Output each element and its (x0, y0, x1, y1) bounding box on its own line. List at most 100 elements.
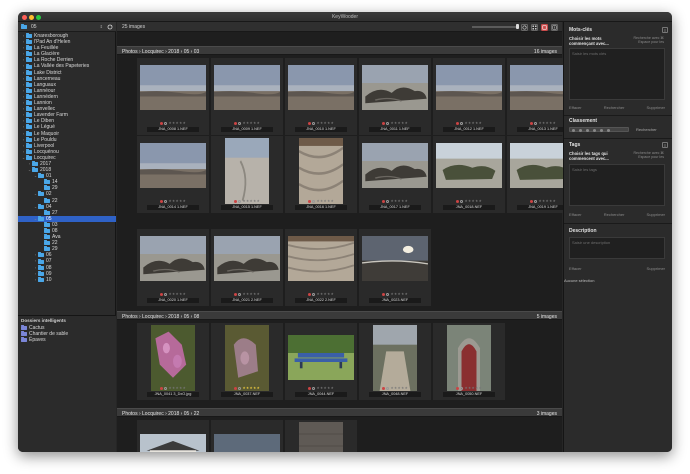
color-label-red-icon[interactable] (233, 121, 237, 125)
thumbnail-image[interactable] (288, 335, 354, 380)
keywords-delete-button[interactable]: Supprimer (647, 105, 665, 110)
star-icon[interactable]: ★ (183, 121, 187, 125)
color-label-red-icon[interactable] (381, 386, 385, 390)
refresh-icon[interactable] (107, 24, 113, 30)
folder-selector[interactable]: 05 (21, 24, 37, 30)
star-icon[interactable]: ★ (405, 386, 409, 390)
thumbnail-image[interactable] (225, 138, 269, 204)
description-clear-button[interactable]: Effacer (569, 266, 582, 271)
thumbnail-cell[interactable]: ★★★★★ JNA_0009 1.NEF (211, 58, 283, 135)
color-label-icon[interactable] (460, 199, 464, 203)
thumbnail-image[interactable] (140, 434, 206, 452)
thumbnail-cell[interactable]: ★★★★★ JNA_0021 2.NEF (211, 229, 283, 306)
thumbnail-cell[interactable]: ★★★★★ JNA_0022 2.NEF (285, 229, 357, 306)
keywords-search-button[interactable]: Rechercher (604, 105, 625, 110)
thumbnail-image[interactable] (436, 65, 502, 110)
tags-clear-button[interactable]: Effacer (569, 212, 582, 217)
color-label-red-icon[interactable] (307, 199, 311, 203)
thumbnail-cell[interactable]: ★★★★★ JNA_0044.NEF (285, 323, 357, 400)
thumbnail-cell[interactable]: ★★★★★ JNA_0008 1.NEF (137, 58, 209, 135)
star-icon[interactable]: ★ (257, 121, 261, 125)
color-label-red-icon[interactable] (381, 199, 385, 203)
color-label-red-icon[interactable] (233, 386, 237, 390)
star-icon[interactable]: ★ (331, 386, 335, 390)
color-label-red-icon[interactable] (307, 121, 311, 125)
thumbnail-cell[interactable]: ★★★★★ JNA_0015 1.NEF (211, 136, 283, 213)
color-label-button[interactable] (541, 23, 548, 31)
thumbnail-cell[interactable]: ★★★★★ JNA_0017 1.NEF (359, 136, 431, 213)
tags-input[interactable]: Saisir les tags (569, 164, 665, 206)
thumbnail-cell[interactable]: ★★★★★ JNA_0041 3_DxO.jpg (137, 323, 209, 400)
thumbnail-cell[interactable]: ★★★★★ JNA_0048.NEF (359, 323, 431, 400)
color-label-red-icon[interactable] (455, 121, 459, 125)
rating-search-button[interactable]: Rechercher (636, 127, 657, 132)
star-icon[interactable]: ★ (257, 199, 261, 203)
color-label-red-icon[interactable] (307, 292, 311, 296)
star-icon[interactable]: ★ (479, 386, 483, 390)
star-icon[interactable]: ★ (183, 292, 187, 296)
thumbnail-cell[interactable]: ★★★★★ JNA_0018.NEF (433, 136, 505, 213)
color-label-red-icon[interactable] (529, 121, 533, 125)
thumbnail-image[interactable] (373, 325, 417, 391)
thumbnail-cell[interactable]: ★★★★★ JNA_0020 1.NEF (137, 229, 209, 306)
star-icon[interactable]: ★ (331, 121, 335, 125)
color-label-icon[interactable] (534, 121, 538, 125)
star-icon[interactable]: ★ (183, 386, 187, 390)
color-label-icon[interactable] (312, 386, 316, 390)
thumbnail-image[interactable] (214, 65, 280, 110)
section-header-08[interactable]: Photos › Locquirec › 2018 › 05 › 08 5 im… (117, 311, 562, 320)
color-label-icon[interactable] (164, 292, 168, 296)
thumbnail-cell[interactable] (137, 420, 209, 452)
color-label-icon[interactable] (164, 121, 168, 125)
description-delete-button[interactable]: Supprimer (647, 266, 665, 271)
updown-icon[interactable]: ⇕ (100, 24, 103, 29)
star-icon[interactable]: ★ (405, 199, 409, 203)
section-header-22[interactable]: Photos › Locquirec › 2018 › 05 › 22 3 im… (117, 408, 562, 417)
color-label-red-icon[interactable] (233, 199, 237, 203)
star-icon[interactable]: ★ (479, 121, 483, 125)
color-label-red-icon[interactable] (159, 292, 163, 296)
color-label-icon[interactable] (312, 121, 316, 125)
keywords-input[interactable]: Saisir les mots clés (569, 48, 665, 100)
thumbnail-image[interactable] (299, 422, 343, 452)
color-label-red-icon[interactable] (159, 121, 163, 125)
star-icon[interactable]: ★ (331, 199, 335, 203)
keywords-menu-icon[interactable]: ≡ (662, 27, 668, 33)
grid-view-button[interactable] (531, 23, 538, 31)
thumbnail-cell[interactable]: ★★★★★ JNA_0012 1.NEF (433, 58, 505, 135)
thumbnail-image[interactable] (362, 236, 428, 281)
color-label-red-icon[interactable] (529, 199, 533, 203)
star-icon[interactable]: ★ (553, 199, 557, 203)
smart-folder-item[interactable]: Épaves (18, 337, 116, 343)
color-label-icon[interactable] (238, 292, 242, 296)
color-label-icon[interactable] (312, 292, 316, 296)
thumbnail-image[interactable] (288, 236, 354, 281)
thumbnail-image[interactable] (362, 65, 428, 110)
thumbnail-image[interactable] (151, 325, 195, 391)
rating-control[interactable] (569, 127, 629, 132)
color-label-red-icon[interactable] (233, 292, 237, 296)
thumbnail-image[interactable] (140, 65, 206, 110)
star-icon[interactable]: ★ (405, 121, 409, 125)
thumbnail-cell[interactable]: ★★★★★ JNA_0016 1.NEF (285, 136, 357, 213)
thumbnail-image[interactable] (140, 143, 206, 188)
color-label-icon[interactable] (164, 199, 168, 203)
thumbnail-cell[interactable] (211, 420, 283, 452)
color-label-red-icon[interactable] (307, 386, 311, 390)
color-label-red-icon[interactable] (159, 199, 163, 203)
thumbnail-cell[interactable]: ★★★★★ JNA_0014 1.NEF (137, 136, 209, 213)
color-label-icon[interactable] (238, 386, 242, 390)
tags-menu-icon[interactable]: ≡ (662, 142, 668, 148)
color-label-red-icon[interactable] (455, 386, 459, 390)
thumbnail-cell[interactable]: ★★★★★ JNA_0011 1.NEF (359, 58, 431, 135)
color-label-icon[interactable] (386, 199, 390, 203)
color-label-icon[interactable] (386, 292, 390, 296)
thumbnail-cell[interactable]: ★★★★★ JNA_0050.NEF (433, 323, 505, 400)
keywords-clear-button[interactable]: Effacer (569, 105, 582, 110)
section-header-03[interactable]: Photos › Locquirec › 2018 › 05 › 03 16 i… (117, 46, 562, 55)
refresh-button[interactable] (521, 23, 528, 31)
tree-item[interactable]: › 10 (18, 277, 116, 283)
description-input[interactable]: Saisir une description (569, 237, 665, 259)
star-icon[interactable]: ★ (257, 292, 261, 296)
color-label-icon[interactable] (534, 199, 538, 203)
